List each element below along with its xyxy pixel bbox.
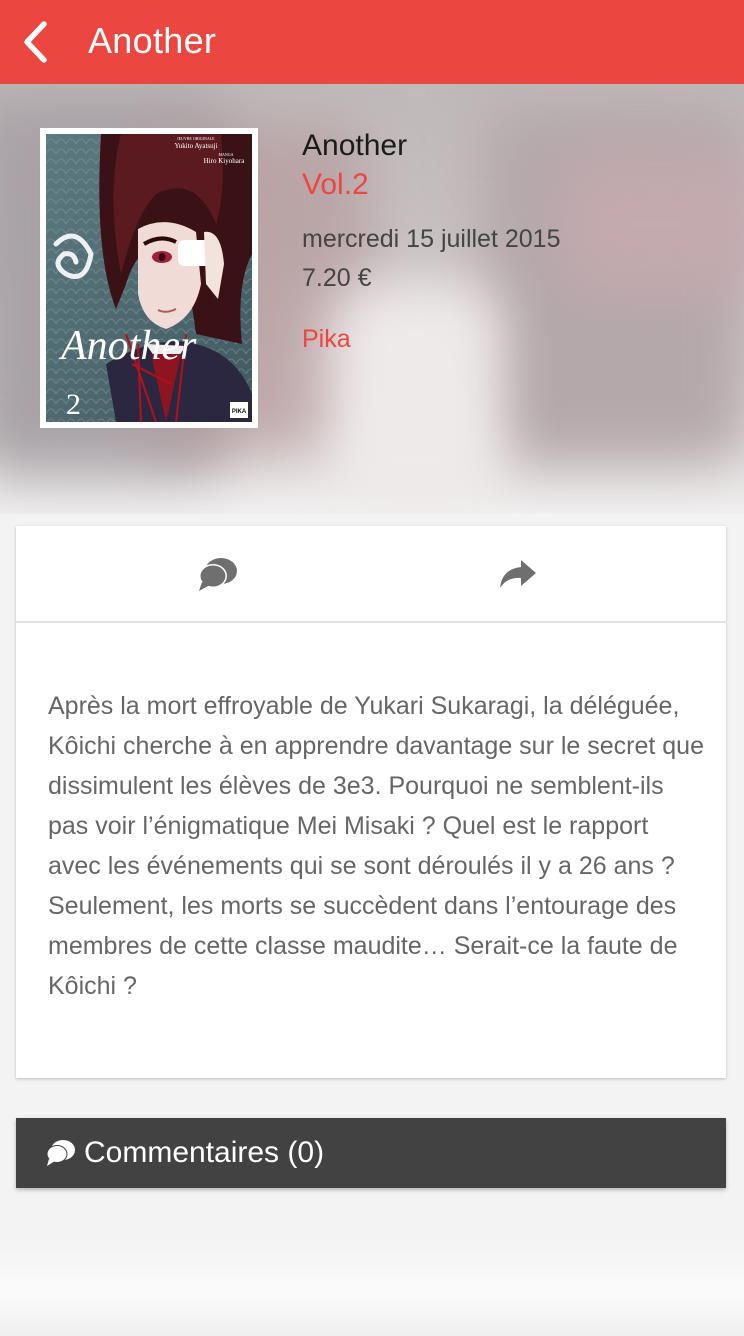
synopsis-card: Après la mort effroyable de Yukari Sukar… (16, 526, 726, 1078)
cover-image: ŒUVRE ORIGINALE Yukito Ayatsuji MANGA Hi… (46, 134, 252, 422)
book-cover[interactable]: ŒUVRE ORIGINALE Yukito Ayatsuji MANGA Hi… (40, 128, 258, 428)
release-date: mercredi 15 juillet 2015 (302, 225, 561, 253)
back-button[interactable] (0, 0, 70, 84)
cover-logo: Another (58, 323, 197, 369)
comments-label: Commentaires (0) (84, 1136, 325, 1169)
speech-bubble-icon (199, 557, 237, 591)
chevron-left-icon (24, 21, 47, 63)
publisher-link[interactable]: Pika (302, 323, 560, 355)
comments-button[interactable]: Commentaires (0) (16, 1118, 726, 1188)
cover-author: Yukito Ayatsuji (174, 142, 217, 150)
synopsis-text: Après la mort effroyable de Yukari Sukar… (48, 692, 704, 1000)
share-arrow-icon (500, 559, 536, 588)
speech-bubble-icon (46, 1139, 76, 1167)
comment-button[interactable] (118, 526, 318, 621)
action-row (16, 526, 726, 623)
page-title: Another (88, 20, 217, 61)
cover-volume-number: 2 (66, 388, 81, 421)
book-price: 7.20 € (302, 264, 372, 292)
top-app-bar: Another (0, 0, 744, 84)
bottom-spacer (0, 1240, 744, 1336)
cover-artist: Hiro Kiyohara (204, 157, 246, 165)
book-volume: Vol.2 (302, 168, 369, 201)
book-title: Another (302, 129, 408, 162)
book-info: Another Vol.2 mercredi 15 juillet 2015 7… (302, 128, 560, 355)
share-button[interactable] (418, 526, 618, 621)
svg-text:PIKA: PIKA (232, 409, 247, 415)
cover-credit-label: ŒUVRE ORIGINALE (177, 136, 215, 141)
